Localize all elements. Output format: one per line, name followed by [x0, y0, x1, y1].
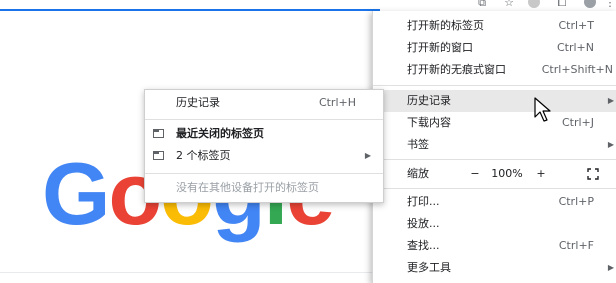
tab-icon: [153, 151, 164, 160]
submenu-item-label: 最近关闭的标签页: [176, 127, 264, 140]
shortcut-label: Ctrl+Shift+N: [541, 63, 613, 76]
menu-item-new-window[interactable]: 打开新的窗口 Ctrl+N: [373, 37, 616, 59]
zoom-in-button[interactable]: +: [531, 163, 551, 185]
omnibox-focus-line: [0, 9, 380, 11]
submenu-item-label: 2 个标签页: [176, 149, 231, 162]
menu-item-find[interactable]: 查找... Ctrl+F: [373, 235, 616, 257]
shortcut-label: Ctrl+H: [318, 96, 356, 109]
menu-item-downloads[interactable]: 下载内容 Ctrl+J: [373, 112, 616, 134]
menu-item-label: 历史记录: [407, 94, 451, 107]
submenu-item-no-other-devices: 没有在其他设备打开的标签页: [145, 177, 383, 199]
submenu-item-label: 历史记录: [176, 96, 220, 109]
zoom-out-button[interactable]: −: [465, 163, 485, 185]
shortcut-label: Ctrl+T: [558, 19, 594, 32]
menu-item-cast[interactable]: 投放...: [373, 213, 616, 235]
menu-separator: [373, 188, 616, 189]
menu-item-label: 打开新的标签页: [407, 19, 484, 32]
chrome-main-menu: 打开新的标签页 Ctrl+T 打开新的窗口 Ctrl+N 打开新的无痕式窗口 C…: [372, 11, 616, 283]
more-vert-icon[interactable]: ⋮: [604, 0, 616, 9]
extension-icon[interactable]: [528, 0, 540, 8]
menu-item-label: 打开新的无痕式窗口: [407, 63, 506, 76]
menu-item-new-incognito[interactable]: 打开新的无痕式窗口 Ctrl+Shift+N: [373, 59, 616, 81]
zoom-level: 100%: [491, 167, 523, 180]
submenu-arrow-icon: ▶: [607, 96, 614, 105]
menu-item-bookmarks[interactable]: 书签 ▶: [373, 134, 616, 156]
menu-item-label: 投放...: [407, 217, 440, 230]
puzzle-icon[interactable]: ⧠: [556, 0, 568, 9]
shortcut-label: Ctrl+J: [561, 116, 594, 129]
menu-item-history[interactable]: 历史记录 ▶: [373, 90, 616, 112]
menu-separator: [373, 85, 616, 86]
share-icon[interactable]: ⧉: [476, 0, 488, 9]
submenu-item-label: 没有在其他设备打开的标签页: [176, 181, 319, 194]
menu-separator: [145, 173, 383, 174]
logo-letter-g: G: [42, 144, 110, 243]
submenu-item-recently-closed[interactable]: 最近关闭的标签页: [145, 123, 383, 145]
menu-item-label: 书签: [407, 138, 429, 151]
menu-item-print[interactable]: 打印... Ctrl+P: [373, 191, 616, 213]
menu-item-label: 下载内容: [407, 116, 451, 129]
submenu-arrow-icon: ▶: [364, 151, 371, 160]
tab-icon: [153, 129, 164, 138]
zoom-row: 缩放 − 100% +: [373, 163, 616, 185]
bookmark-star-icon[interactable]: ☆: [503, 0, 515, 9]
menu-item-label: 更多工具: [407, 261, 451, 274]
menu-item-more-tools[interactable]: 更多工具 ▶: [373, 257, 616, 279]
submenu-arrow-icon: ▶: [607, 263, 614, 272]
fullscreen-icon[interactable]: [587, 168, 599, 180]
submenu-item-history[interactable]: 历史记录 Ctrl+H: [145, 92, 383, 114]
menu-item-new-tab[interactable]: 打开新的标签页 Ctrl+T: [373, 15, 616, 37]
shortcut-label: Ctrl+P: [558, 195, 594, 208]
menu-item-label: 打开新的窗口: [407, 41, 473, 54]
menu-separator: [373, 159, 616, 160]
menu-separator: [145, 119, 383, 120]
history-submenu: 历史记录 Ctrl+H 最近关闭的标签页 2 个标签页 ▶ 没有在其他设备打开的…: [144, 89, 384, 203]
mouse-pointer-icon: [534, 97, 551, 122]
submenu-item-tabs[interactable]: 2 个标签页 ▶: [145, 145, 383, 167]
menu-item-label: 打印...: [407, 195, 440, 208]
avatar[interactable]: [584, 0, 596, 8]
submenu-arrow-icon: ▶: [607, 140, 614, 149]
shortcut-label: Ctrl+F: [558, 239, 594, 252]
menu-item-label: 查找...: [407, 239, 440, 252]
zoom-label: 缩放: [407, 167, 429, 180]
shortcut-label: Ctrl+N: [556, 41, 594, 54]
